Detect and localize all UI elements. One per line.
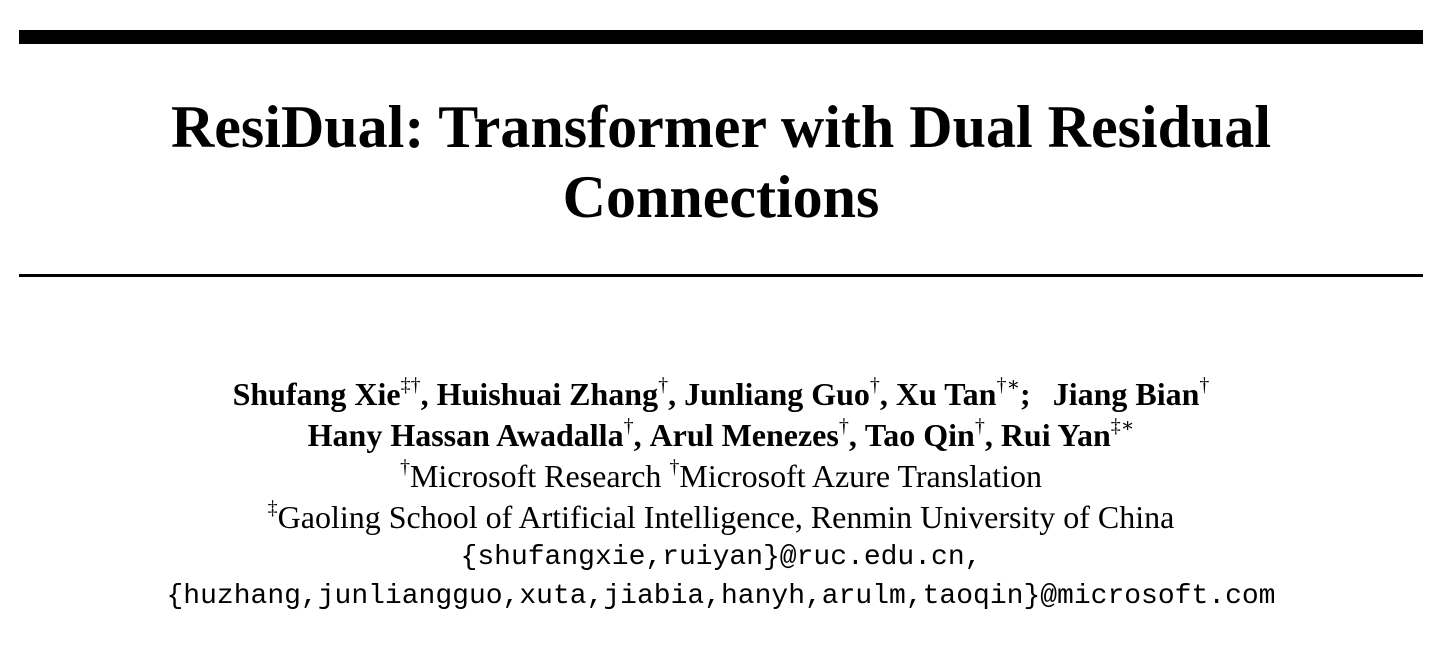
author-marks: ‡∗ — [1110, 415, 1135, 438]
author-marks: ‡† — [400, 374, 421, 397]
author-line-1: Shufang Xie‡†, Huishuai Zhang†, Junliang… — [19, 374, 1423, 415]
author-name: Arul Menezes — [649, 417, 839, 453]
author-name: Tao Qin — [864, 417, 975, 453]
affiliation-mark: † — [669, 456, 680, 479]
author-marks: † — [658, 374, 669, 397]
affiliation-mark: † — [399, 456, 410, 479]
separator: , — [420, 376, 429, 412]
author-marks: † — [838, 415, 849, 438]
email-line-2: {huzhang,junliangguo,xuta,jiabia,hanyh,a… — [166, 581, 1276, 612]
affiliation-name: Microsoft Azure Translation — [679, 458, 1043, 494]
title-line-2: Connections — [562, 164, 880, 230]
affiliation-name: Microsoft Research — [409, 458, 662, 494]
author-name: Xu Tan — [895, 376, 997, 412]
separator: ; — [1020, 376, 1031, 412]
separator: , — [633, 417, 642, 453]
email-line-1: {shufangxie,ruiyan}@ruc.edu.cn, — [460, 542, 982, 573]
affiliation-name: Gaoling School of Artificial Intelligenc… — [277, 499, 1175, 535]
author-name: Huishuai Zhang — [436, 376, 659, 412]
affiliation-line-2: ‡Gaoling School of Artificial Intelligen… — [19, 497, 1423, 538]
author-name: Shufang Xie — [232, 376, 401, 412]
author-marks: † — [869, 374, 880, 397]
separator: , — [848, 417, 857, 453]
author-marks: †∗ — [996, 374, 1021, 397]
author-name: Rui Yan — [1000, 417, 1111, 453]
author-name: Jiang Bian — [1052, 376, 1200, 412]
author-name: Hany Hassan Awadalla — [307, 417, 624, 453]
separator: , — [668, 376, 677, 412]
author-block: Shufang Xie‡†, Huishuai Zhang†, Junliang… — [19, 374, 1423, 616]
author-name: Junliang Guo — [684, 376, 870, 412]
affiliation-line-1: †Microsoft Research †Microsoft Azure Tra… — [19, 456, 1423, 497]
author-line-2: Hany Hassan Awadalla†, Arul Menezes†, Ta… — [19, 415, 1423, 456]
author-marks: † — [1199, 374, 1210, 397]
separator: , — [984, 417, 993, 453]
paper-title: ResiDual: Transformer with Dual Residual… — [19, 92, 1423, 232]
author-marks: † — [974, 415, 985, 438]
separator: , — [879, 376, 888, 412]
author-marks: † — [623, 415, 634, 438]
title-line-1: ResiDual: Transformer with Dual Residual — [170, 94, 1272, 160]
bottom-rule — [19, 274, 1423, 277]
top-rule — [19, 30, 1423, 44]
affiliation-mark: ‡ — [267, 497, 278, 520]
